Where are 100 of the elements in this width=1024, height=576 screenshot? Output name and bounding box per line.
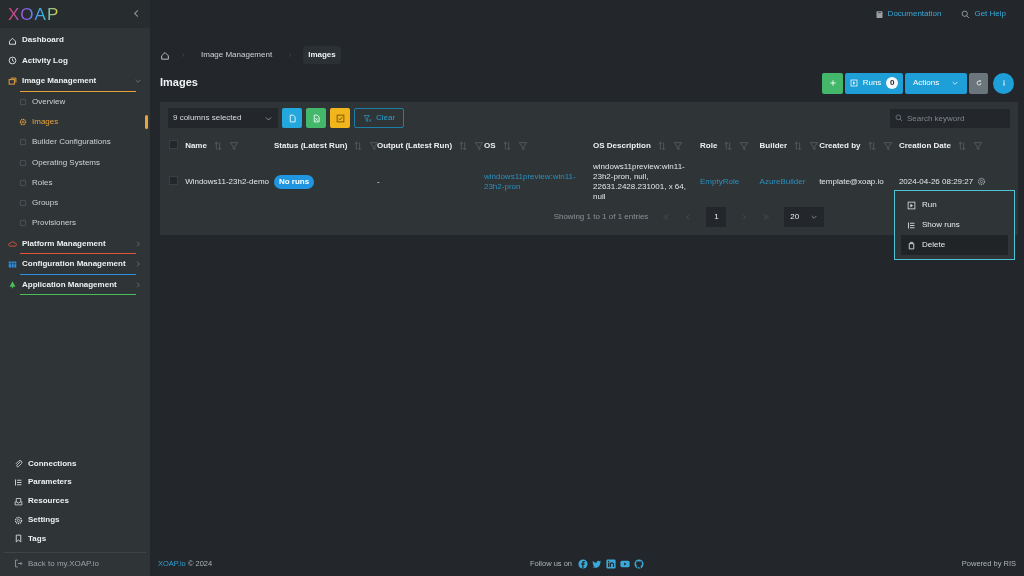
entries-summary: Showing 1 to 1 of 1 entries bbox=[553, 211, 649, 223]
sidebar-item[interactable]: Image Management bbox=[0, 71, 150, 92]
list-icon bbox=[907, 220, 916, 230]
menu-item[interactable]: Run bbox=[901, 195, 1008, 215]
sidebar-subitem[interactable]: Builder Configurations bbox=[0, 132, 150, 153]
filter-icon bbox=[474, 141, 485, 151]
sort-icon bbox=[353, 141, 364, 151]
column-header[interactable]: Role bbox=[700, 140, 718, 152]
sidebar-item[interactable]: Settings bbox=[0, 510, 150, 530]
search-field[interactable]: Search keyword bbox=[890, 108, 1010, 128]
sidebar-item[interactable]: Parameters bbox=[0, 473, 150, 492]
filter-icon bbox=[672, 141, 683, 151]
add-button[interactable] bbox=[822, 72, 843, 94]
refresh-icon bbox=[974, 79, 983, 87]
column-header[interactable]: OS Description bbox=[593, 140, 651, 152]
plus-icon bbox=[828, 79, 837, 87]
column-header[interactable]: Creation Date bbox=[898, 140, 951, 152]
menu-item[interactable]: Delete bbox=[901, 235, 1008, 255]
sidebar-item[interactable]: Resources bbox=[0, 491, 150, 511]
runs-button[interactable]: Runs 0 bbox=[845, 72, 903, 94]
column-header[interactable]: Name bbox=[185, 140, 207, 152]
table-cell: template@xoap.io bbox=[819, 177, 884, 186]
role-link[interactable]: EmptyRole bbox=[700, 177, 740, 186]
documentation-link[interactable]: Documentation bbox=[874, 8, 942, 20]
chevron-down-icon bbox=[810, 213, 819, 221]
tree-icon bbox=[8, 280, 17, 290]
youtube-icon bbox=[620, 559, 631, 569]
column-header[interactable]: Created by bbox=[819, 140, 861, 152]
book-icon bbox=[874, 9, 884, 19]
filter-icon bbox=[228, 141, 239, 151]
linkedin-icon bbox=[606, 559, 617, 569]
sidebar-subitem[interactable]: Groups bbox=[0, 193, 150, 214]
sidebar-item[interactable]: Connections bbox=[0, 454, 150, 473]
clear-button[interactable]: Clear bbox=[354, 108, 405, 128]
paperclip-icon bbox=[14, 459, 23, 469]
back-link[interactable]: Back to my.XOAP.io bbox=[0, 557, 150, 576]
page-button[interactable]: 1 bbox=[706, 207, 727, 227]
excel-button[interactable] bbox=[306, 108, 326, 128]
breadcrumb-item[interactable]: Image Management bbox=[196, 45, 278, 64]
cloud-icon bbox=[8, 239, 17, 249]
square-icon bbox=[19, 199, 27, 208]
checkbox[interactable] bbox=[169, 139, 178, 149]
sort-icon bbox=[212, 141, 223, 151]
column-select[interactable]: 9 columns selected bbox=[168, 108, 278, 128]
stack-icon bbox=[8, 76, 17, 86]
sidebar-item[interactable]: Activity Log bbox=[0, 50, 150, 71]
logo: XOAP bbox=[8, 5, 60, 23]
play-icon bbox=[907, 200, 916, 210]
table-cell: Windows11-23h2-demo bbox=[185, 177, 270, 186]
sort-icon bbox=[866, 141, 877, 151]
help-link[interactable]: Get Help bbox=[961, 8, 1006, 20]
builder-link[interactable]: AzureBuilder bbox=[759, 177, 806, 186]
refresh-button[interactable] bbox=[969, 72, 988, 94]
trash-icon bbox=[907, 240, 916, 250]
column-header[interactable]: Output (Latest Run) bbox=[376, 140, 453, 152]
home-icon bbox=[160, 49, 170, 60]
sidebar-item[interactable]: Configuration Management bbox=[0, 254, 150, 275]
tray-icon bbox=[14, 496, 23, 506]
info-button[interactable] bbox=[993, 72, 1014, 94]
sidebar-item[interactable]: Tags bbox=[0, 529, 150, 549]
list-icon bbox=[14, 477, 23, 487]
square-icon bbox=[19, 138, 27, 147]
filter-icon bbox=[739, 141, 750, 151]
sidebar-item[interactable]: Platform Management bbox=[0, 233, 150, 255]
sidebar-item[interactable]: Dashboard bbox=[0, 30, 150, 51]
sidebar-subitem[interactable]: Operating Systems bbox=[0, 152, 150, 173]
sort-icon bbox=[656, 141, 667, 151]
filter-icon bbox=[882, 141, 893, 151]
column-header[interactable]: OS bbox=[483, 140, 496, 152]
spreadsheet-icon bbox=[311, 113, 321, 123]
filter-clear-icon bbox=[363, 113, 372, 123]
column-header[interactable]: Status (Latest Run) bbox=[274, 140, 348, 152]
breadcrumb-item: Images bbox=[303, 45, 341, 64]
select-button[interactable] bbox=[330, 108, 350, 128]
sort-icon bbox=[501, 141, 512, 151]
sort-icon bbox=[793, 141, 804, 151]
filter-icon bbox=[517, 141, 528, 151]
sort-icon bbox=[723, 141, 734, 151]
search-icon bbox=[895, 113, 903, 122]
sidebar-subitem[interactable]: Provisioners bbox=[0, 213, 150, 234]
column-header[interactable]: Builder bbox=[759, 140, 788, 152]
menu-item[interactable]: Show runs bbox=[901, 215, 1008, 235]
os-link[interactable]: windows11preview:win11-23h2-pron bbox=[483, 172, 591, 192]
sidebar-subitem[interactable]: Roles bbox=[0, 172, 150, 193]
github-icon bbox=[634, 559, 645, 569]
page-size-select[interactable]: 20 bbox=[784, 207, 825, 227]
chevron-down-icon bbox=[951, 79, 959, 87]
file-icon bbox=[287, 113, 297, 123]
search-icon bbox=[961, 9, 971, 19]
checkbox[interactable] bbox=[169, 176, 178, 185]
export-button[interactable] bbox=[282, 108, 302, 128]
filter-icon bbox=[809, 141, 820, 151]
table-cell: windows11preview:win11-23h2-pron, null, 22631.2428.231001, x 64, null bbox=[593, 162, 686, 201]
sort-icon bbox=[458, 141, 469, 151]
table-cell: 2024-04-26 08:29:27 bbox=[898, 177, 974, 186]
sidebar-subitem[interactable]: Overview bbox=[0, 91, 150, 112]
exit-icon bbox=[14, 559, 23, 569]
checkbox-icon bbox=[335, 113, 345, 123]
sidebar-item[interactable]: Application Management bbox=[0, 274, 150, 296]
sidebar-subitem[interactable]: Images bbox=[0, 111, 150, 133]
